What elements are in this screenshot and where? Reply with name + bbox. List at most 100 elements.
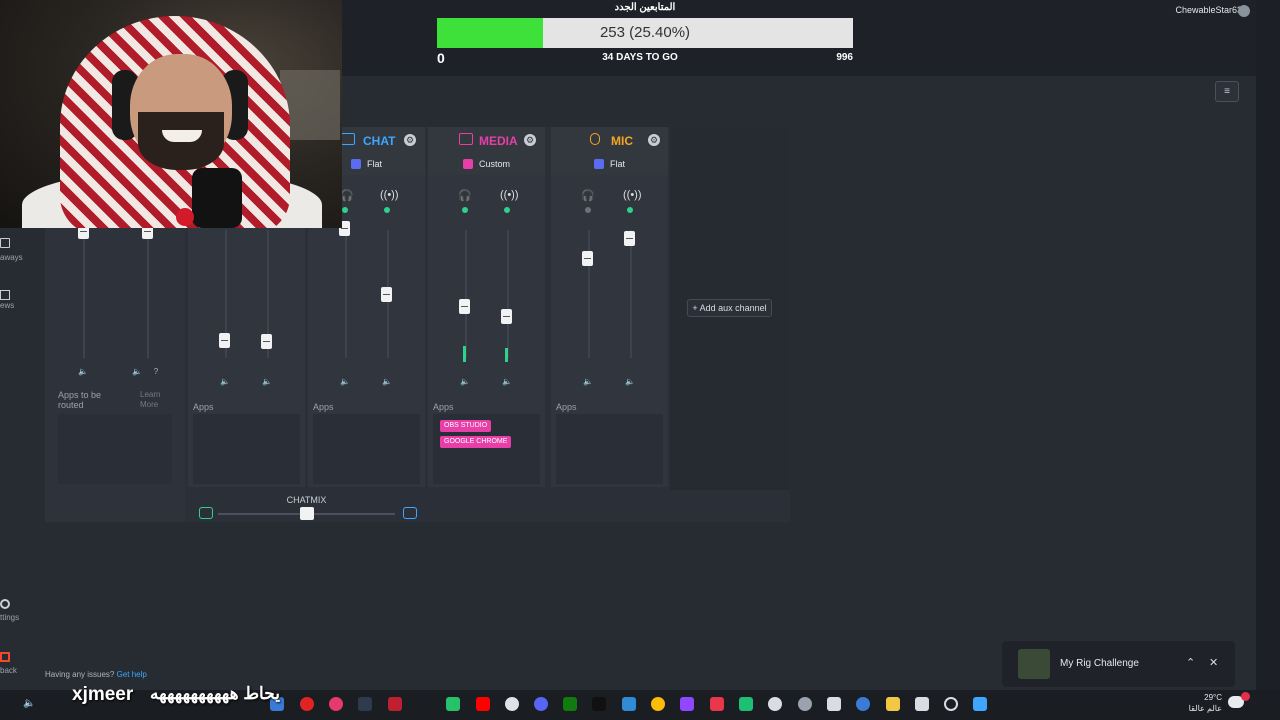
fader-track [345,230,347,358]
mic-stream-fader[interactable] [624,231,635,246]
app-icon[interactable] [739,697,753,711]
stream-icon: ((•)) [380,189,399,201]
mic-headphone-fader[interactable] [582,251,593,266]
play-icon[interactable] [446,697,460,711]
chat-apps-label: Apps [313,402,334,412]
speaker-icon[interactable]: 🔈 [501,376,513,388]
media-level-meter [463,346,466,362]
mic-preset[interactable]: Flat [610,159,625,169]
settings-icon[interactable] [798,697,812,711]
chat-bubble-icon [403,507,417,519]
status-dot [627,207,633,213]
speaker-icon[interactable]: 🔈 [624,376,636,388]
settings-icon[interactable] [0,599,10,609]
speaker-icon[interactable]: 🔈 [339,376,351,388]
app-icon[interactable] [710,697,724,711]
toast-thumbnail [1018,649,1050,679]
channel-name-media: MEDIA [479,134,518,148]
steelseries-icon[interactable] [505,697,519,711]
media-headphone-fader[interactable] [459,299,470,314]
mic-gear-icon[interactable]: ⚙ [648,134,660,146]
youtube-icon[interactable] [476,697,490,711]
sidebar-item-feedback[interactable]: back [0,666,17,675]
fader-track [147,230,149,358]
speaker-icon[interactable]: 🔈 [381,376,393,388]
speaker-icon[interactable]: 🔈 [131,366,143,378]
goal-days-left: 34 DAYS TO GO [602,52,678,63]
search-icon[interactable] [944,697,958,711]
app-icon[interactable] [300,697,314,711]
mic-apps-dropzone[interactable] [556,414,663,484]
headphone-icon: 🎧 [458,190,472,202]
sidebar-item-news[interactable]: ews [0,301,14,310]
mic-icon [590,133,600,145]
app-icon[interactable] [915,697,929,711]
preset-icon [463,159,473,169]
app-tag-obs[interactable]: OBS STUDIO [440,420,492,432]
calculator-icon[interactable] [827,697,841,711]
chat-gear-icon[interactable]: ⚙ [404,134,416,146]
xbox-icon[interactable] [563,697,577,711]
media-stream-fader[interactable] [501,309,512,324]
goal-progress-bar: 253 (25.40%) [437,18,853,48]
adobe-icon[interactable] [388,697,402,711]
game-stream-fader[interactable] [261,334,272,349]
app-icon[interactable] [622,697,636,711]
speaker-icon[interactable]: 🔈 [582,376,594,388]
tiktok-icon[interactable] [592,697,606,711]
add-aux-channel-button[interactable]: + Add aux channel [687,299,772,317]
webcam-overlay [0,0,342,228]
news-icon[interactable] [0,290,10,300]
hamburger-icon[interactable]: ≡ [1215,81,1239,102]
folder-icon[interactable] [886,697,900,711]
chrome-icon[interactable] [651,697,665,711]
chevron-up-icon[interactable]: ⌃ [1186,656,1195,669]
goal-end: 996 [836,52,853,63]
windows-icon[interactable] [973,697,987,711]
chat-preset[interactable]: Flat [367,159,382,169]
app-tag-chrome[interactable]: GOOGLE CHROME [440,436,512,448]
app-icon[interactable] [768,697,782,711]
scrollbar[interactable] [1256,0,1280,690]
speaker-icon[interactable]: 🔈 [77,366,89,378]
speaker-icon[interactable]: 🔈 [261,376,273,388]
game-headphone-fader[interactable] [219,333,230,348]
username[interactable]: ChewableStar63 [1175,5,1242,15]
twitch-icon[interactable] [680,697,694,711]
get-help-link[interactable]: Get help [117,670,147,679]
notification-toast[interactable]: My Rig Challenge ⌃ ✕ [1002,641,1235,687]
avatar[interactable] [1238,5,1250,17]
close-icon[interactable]: ✕ [1209,656,1218,669]
tray-location[interactable]: عالم عالقا [1180,704,1222,713]
app-icon[interactable] [358,697,372,711]
sidebar-item-giveaways[interactable]: aways [0,253,23,262]
feedback-icon[interactable] [0,652,10,662]
volume-icon[interactable]: 🔈 [23,698,37,712]
status-dot [462,207,468,213]
app-icon[interactable] [856,697,870,711]
media-preset[interactable]: Custom [479,159,510,169]
ear-icon[interactable]: ? [150,366,162,378]
speaker-icon[interactable]: 🔈 [219,376,231,388]
media-gear-icon[interactable]: ⚙ [524,134,536,146]
sidebar-item-settings[interactable]: ttings [0,613,19,622]
chatmix-slider[interactable] [299,507,314,520]
fader-track [83,230,85,358]
game-controller-icon [199,507,213,519]
apps-dropzone[interactable] [58,414,172,484]
gift-icon[interactable] [0,238,10,248]
chat-stream-fader[interactable] [381,287,392,302]
notification-badge [1241,692,1250,701]
discord-icon[interactable] [534,697,548,711]
media-apps-label: Apps [433,402,454,412]
app-icon[interactable] [329,697,343,711]
speaker-icon[interactable]: 🔈 [459,376,471,388]
stream-overlay-message: يحاط ههههههههههه [150,684,280,703]
learn-more-link[interactable]: Learn More [140,390,172,410]
tray-temperature[interactable]: 29°C [1200,693,1222,702]
mic-apps-label: Apps [556,402,577,412]
chat-icon [341,133,355,145]
game-apps-dropzone[interactable] [193,414,300,484]
chat-apps-dropzone[interactable] [313,414,420,484]
status-dot [585,207,591,213]
